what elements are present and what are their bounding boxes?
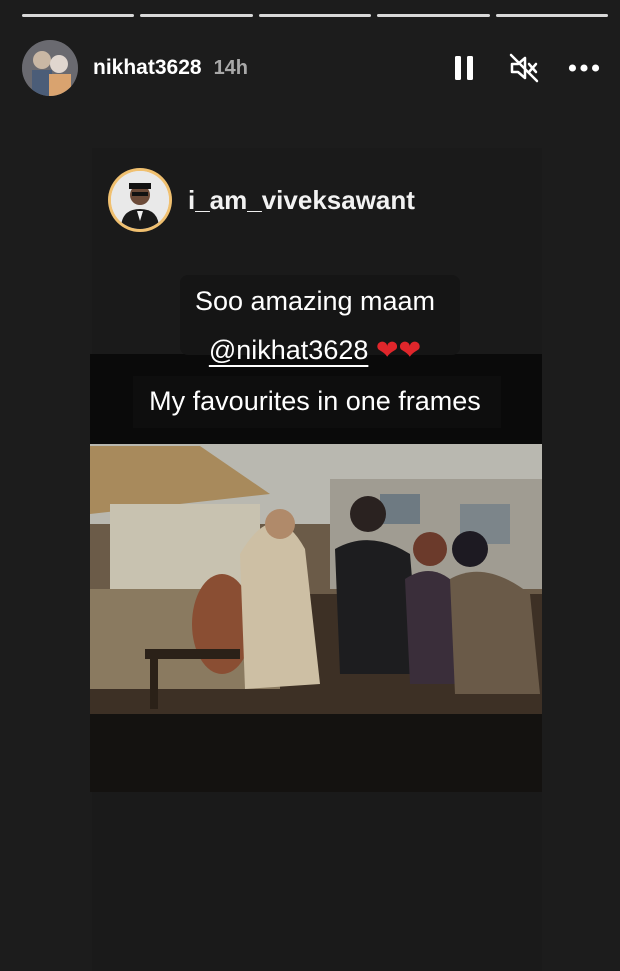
caption-line-3: My favourites in one frames: [149, 386, 481, 416]
story-controls: [448, 52, 600, 84]
speaker-muted-icon[interactable]: [508, 52, 540, 84]
progress-segment: [140, 14, 253, 17]
shared-post-avatar[interactable]: [108, 168, 172, 232]
progress-segment: [258, 14, 372, 17]
more-horizontal-icon[interactable]: [568, 52, 600, 84]
heart-emoji: ❤❤: [375, 335, 422, 365]
profile-avatar[interactable]: [22, 40, 78, 96]
progress-segment: [22, 14, 135, 17]
progress-segment: [495, 14, 609, 17]
mention-link[interactable]: @nikhat3628: [209, 335, 369, 365]
progress-segment: [377, 14, 490, 17]
story-timestamp: 14h: [213, 56, 249, 79]
caption-line-2: @nikhat3628 ❤❤: [140, 331, 490, 369]
caption-line-1: Soo amazing maam: [194, 286, 436, 316]
story-username[interactable]: nikhat3628: [93, 56, 202, 80]
pause-icon[interactable]: [448, 52, 480, 84]
story-progress-bar: [22, 14, 609, 17]
story-header: nikhat3628 14h: [22, 38, 600, 98]
shared-post-username[interactable]: i_am_viveksawant: [188, 185, 415, 216]
shared-post-header: i_am_viveksawant: [108, 168, 415, 232]
